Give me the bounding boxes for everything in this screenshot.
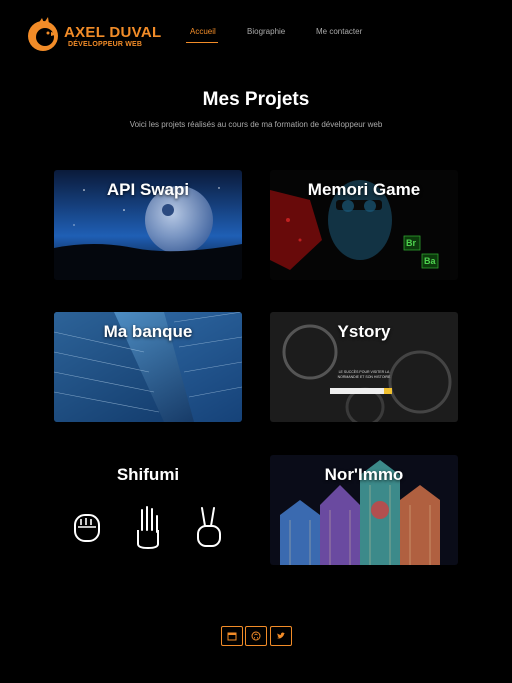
nav-accueil[interactable]: Accueil: [190, 27, 216, 36]
scissors-hand-icon: [197, 507, 221, 547]
project-title: API Swapi: [106, 180, 190, 199]
calendar-social-button[interactable]: [221, 626, 243, 646]
paper-hand-icon: [137, 506, 159, 549]
logo[interactable]: AXEL DUVAL DÉVELOPPEUR WEB: [24, 14, 164, 58]
project-card-nor-immo[interactable]: Nor'Immo: [270, 455, 458, 565]
rooster-logo-icon: [28, 17, 58, 51]
element-badge-ba: Ba: [424, 256, 436, 266]
github-social-button[interactable]: [245, 626, 267, 646]
page-subtitle: Voici les projets réalisés au cours de m…: [129, 120, 383, 129]
element-badge-br: Br: [406, 238, 417, 248]
project-card-ma-banque[interactable]: Ma banque: [54, 312, 242, 422]
project-card-api-swapi[interactable]: API Swapi: [54, 170, 242, 280]
ystory-overlay-text: LE SUCCÈS POUR VISITER LA NORMANDIE ET S…: [337, 370, 391, 379]
page-title: Mes Projets: [202, 89, 310, 110]
nav-biographie[interactable]: Biographie: [247, 27, 285, 36]
project-title: Memori Game: [307, 180, 421, 199]
twitter-social-button[interactable]: [270, 626, 292, 646]
twitter-icon: [277, 632, 285, 639]
nav-active-underline: [186, 42, 218, 43]
project-title: Nor'Immo: [324, 465, 404, 484]
logo-subtitle: DÉVELOPPEUR WEB: [68, 41, 143, 48]
nav-me-contacter[interactable]: Me contacter: [316, 27, 362, 36]
rock-hand-icon: [74, 514, 100, 542]
logo-title: AXEL DUVAL: [64, 24, 162, 41]
project-title: Ma banque: [103, 322, 193, 341]
project-card-memori-game[interactable]: Memori Game Br Ba: [270, 170, 458, 280]
github-icon: [251, 631, 261, 641]
project-card-ystory[interactable]: Ystory LE SUCCÈS POUR VISITER LA NORMAND…: [270, 312, 458, 422]
project-title: Shifumi: [116, 465, 180, 484]
header: AXEL DUVAL DÉVELOPPEUR WEB Accueil Biogr…: [0, 0, 512, 70]
calendar-icon: [227, 632, 237, 641]
project-title: Ystory: [337, 322, 391, 341]
project-card-shifumi[interactable]: Shifumi: [54, 455, 242, 565]
